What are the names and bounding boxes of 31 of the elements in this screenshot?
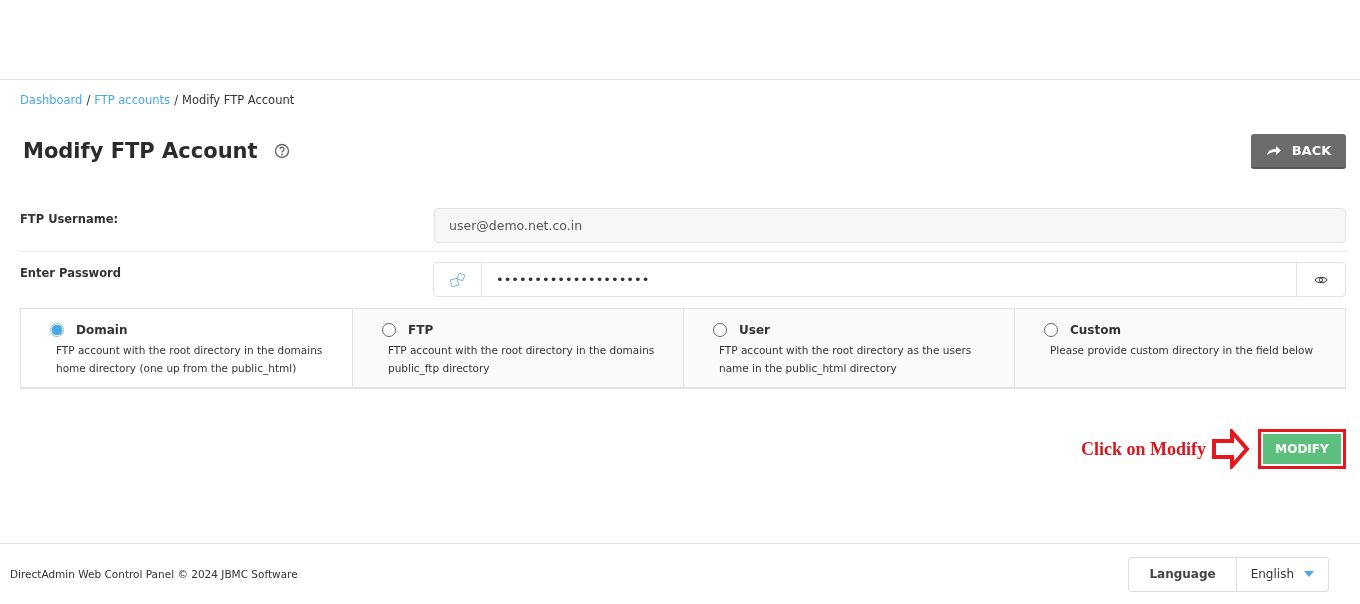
radio-button[interactable] bbox=[382, 323, 396, 337]
share-arrow-icon bbox=[1265, 144, 1282, 156]
breadcrumb-separator: / bbox=[86, 93, 91, 107]
option-description: FTP account with the root directory as the users name in the public_html directory bbox=[719, 343, 973, 377]
option-title: Custom bbox=[1070, 323, 1121, 337]
option-title: User bbox=[739, 323, 770, 337]
arrow-icon bbox=[1212, 429, 1250, 469]
option-description: FTP account with the root directory in the domains public_ftp directory bbox=[388, 343, 656, 377]
back-button[interactable]: BACK bbox=[1251, 133, 1346, 169]
option-title: Domain bbox=[76, 323, 128, 337]
option-description: FTP account with the root directory in the domains home directory (one up from the public_html) bbox=[56, 343, 324, 377]
option-description: Please provide custom directory in the field below bbox=[1050, 343, 1315, 358]
copyright-text: DirectAdmin Web Control Panel © 2024 JBMC Software bbox=[10, 568, 298, 580]
annotation-text: Click on Modify bbox=[1081, 438, 1206, 460]
radio-button[interactable] bbox=[713, 323, 727, 337]
field-label: FTP Username: bbox=[20, 211, 119, 226]
option-title: FTP bbox=[408, 323, 434, 337]
show-password-button[interactable] bbox=[1296, 262, 1346, 297]
radio-button[interactable] bbox=[50, 323, 64, 337]
breadcrumb-link[interactable]: FTP accounts bbox=[94, 93, 171, 107]
breadcrumb-link[interactable]: Dashboard bbox=[20, 93, 83, 107]
help-icon[interactable] bbox=[273, 143, 290, 159]
field-label: Enter Password bbox=[20, 265, 121, 280]
breadcrumb-separator: / bbox=[174, 93, 178, 107]
radio-button[interactable] bbox=[1044, 323, 1058, 337]
username-field[interactable]: user@demo.net.co.in bbox=[434, 208, 1346, 243]
eye-icon bbox=[1314, 274, 1328, 285]
password-field[interactable]: •••••••••••••••••••• bbox=[482, 262, 1296, 297]
breadcrumb-current: Modify FTP Account bbox=[182, 93, 295, 107]
dice-icon bbox=[449, 272, 466, 287]
page-title: Modify FTP Account bbox=[23, 139, 258, 163]
